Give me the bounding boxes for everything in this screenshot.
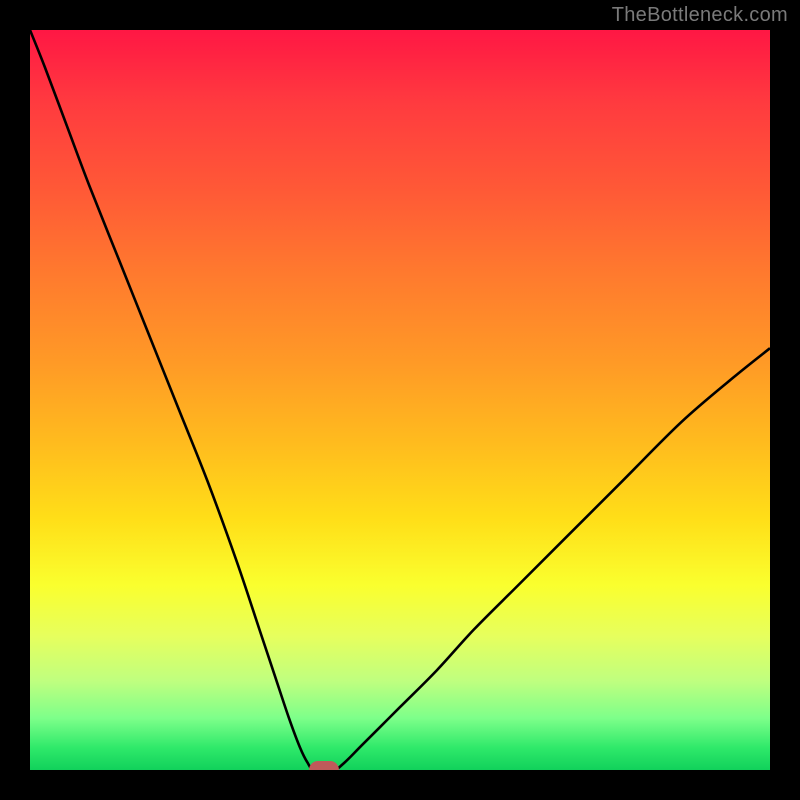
bottleneck-curve-line (30, 30, 770, 770)
watermark-text: TheBottleneck.com (612, 4, 788, 27)
optimal-marker-icon (309, 761, 339, 770)
plot-area (30, 30, 770, 770)
curve-svg (30, 30, 770, 770)
chart-frame: TheBottleneck.com (0, 0, 800, 800)
